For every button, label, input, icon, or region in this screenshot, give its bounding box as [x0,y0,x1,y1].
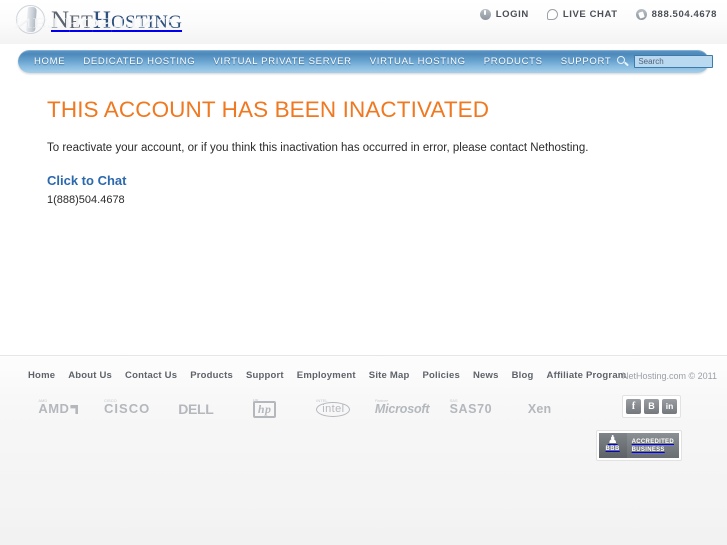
partner-logo-microsoft: Partner Microsoft [368,398,437,420]
linkedin-icon[interactable]: in [662,399,677,414]
primary-navigation-wrap: HOME DEDICATED HOSTING VIRTUAL PRIVATE S… [0,44,727,78]
search-input[interactable] [634,55,714,68]
partner-logo-sas70: SAS SAS70 [437,398,506,420]
footer-link-blog[interactable]: Blog [512,370,534,381]
partner-logo-intel: INTEL intel [299,398,368,420]
nav-item-home[interactable]: HOME [34,56,65,67]
partner-label-dell: DELL [178,401,214,417]
logo-net: N [51,6,70,34]
site-header: NETHOSTING NETHOSTING LOGIN LIVE CHAT 88… [0,0,727,44]
facebook-icon[interactable]: f [626,399,641,414]
cisco-tm-label: CISCO [104,398,117,403]
partner-logo-strip: AMD AMD CISCO CISCO DELL HP hp INTEL int… [24,398,574,420]
footer-link-contact-us[interactable]: Contact Us [125,370,177,381]
bbb-seal: ♟ BBB [598,433,627,458]
header-utility-links: LOGIN LIVE CHAT 888.504.4678 [479,9,717,20]
logo-net-rest: ET [69,11,93,33]
footer-link-products[interactable]: Products [190,370,233,381]
sas70-tm-label: SAS [449,398,458,403]
hp-tm-label: HP [252,398,259,403]
nav-item-support[interactable]: SUPPORT [561,56,612,67]
partner-label-microsoft: Microsoft [374,402,430,416]
header-link-login[interactable]: LOGIN [479,9,529,20]
header-link-live-chat[interactable]: LIVE CHAT [546,9,618,20]
chat-bubble-icon [546,9,558,20]
partner-logo-hp: HP hp [230,398,299,420]
bbb-label: ACCREDITED BUSINESS [626,433,679,458]
partner-label-xen: Xen [527,402,552,416]
header-link-phone-label: 888.504.4678 [651,9,717,20]
intro-paragraph: To reactivate your account, or if you th… [47,141,589,154]
blogger-icon[interactable]: B [644,399,659,414]
microsoft-tm-label: Partner [374,398,389,403]
header-link-live-chat-label: LIVE CHAT [562,9,618,20]
footer-link-policies[interactable]: Policies [422,370,460,381]
page-title: THIS ACCOUNT HAS BEEN INACTIVATED [47,97,490,122]
footer-link-support[interactable]: Support [246,370,284,381]
footer-link-home[interactable]: Home [28,370,55,381]
logo-hosting: H [92,6,112,34]
footer-link-affiliate-program[interactable]: Affiliate Program [547,370,627,381]
bbb-label-line2: BUSINESS [631,447,665,453]
phone-icon [635,9,647,20]
click-to-chat-link[interactable]: Click to Chat [47,173,727,188]
main-content: THIS ACCOUNT HAS BEEN INACTIVATED To rea… [0,78,727,206]
footer-navigation: Home About Us Contact Us Products Suppor… [0,356,727,381]
intel-tm-label: INTEL [316,398,328,403]
header-link-phone[interactable]: 888.504.4678 [635,9,717,20]
footer-link-about-us[interactable]: About Us [68,370,112,381]
magnifier-icon[interactable] [617,55,629,68]
amd-tm-label: AMD [38,398,48,403]
contact-phone-number: 1(888)504.4678 [47,194,125,207]
footer-link-site-map[interactable]: Site Map [369,370,410,381]
partner-label-sas70: SAS70 [449,402,493,416]
site-logo[interactable]: NETHOSTING [14,2,182,38]
partner-logo-xen: Xen [505,398,574,420]
footer-link-employment[interactable]: Employment [297,370,356,381]
bbb-label-line1: ACCREDITED [631,439,674,445]
logo-hosting-rest: OSTING [111,11,183,33]
partner-label-amd: AMD [38,401,70,416]
partner-logo-cisco: CISCO CISCO [93,398,162,420]
partner-logo-dell: DELL [162,398,231,420]
footer-link-news[interactable]: News [473,370,499,381]
partner-logo-amd: AMD AMD [24,398,93,420]
power-icon [479,9,491,20]
nav-item-dedicated-hosting[interactable]: DEDICATED HOSTING [83,56,195,67]
site-footer: Home About Us Contact Us Products Suppor… [0,355,727,545]
social-links: f B in [622,395,681,418]
nav-item-list: HOME DEDICATED HOSTING VIRTUAL PRIVATE S… [34,56,611,67]
nav-item-products[interactable]: PRODUCTS [484,56,543,67]
nav-item-virtual-private-server[interactable]: VIRTUAL PRIVATE SERVER [213,56,351,67]
copyright-notice: NetHosting.com © 2011 [621,371,717,381]
bbb-abbr: BBB [605,446,620,452]
header-link-login-label: LOGIN [495,9,529,20]
bbb-torch-icon: ♟ [607,434,618,446]
nethosting-swirl-logo-icon [14,3,48,37]
partner-label-intel: intel [316,402,351,417]
nav-item-virtual-hosting[interactable]: VIRTUAL HOSTING [370,56,466,67]
bbb-accredited-business-badge[interactable]: ♟ BBB ACCREDITED BUSINESS [595,430,682,461]
logo-wordmark: NETHOSTING [51,8,182,33]
primary-navigation: HOME DEDICATED HOSTING VIRTUAL PRIVATE S… [18,50,714,73]
partner-label-hp: hp [252,401,277,418]
partner-label-cisco: CISCO [104,401,151,416]
nav-search-group [617,55,714,68]
